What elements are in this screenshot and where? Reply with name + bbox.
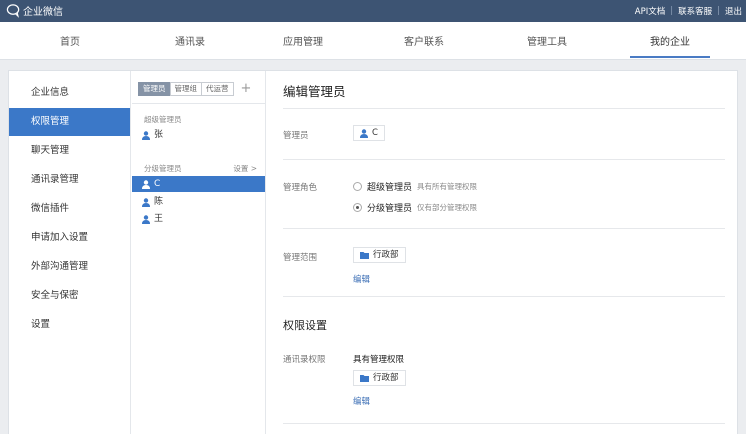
sub-admin-member-selected[interactable]: C xyxy=(132,176,265,192)
sidebar-item-wechat-plugin[interactable]: 微信插件 xyxy=(9,195,130,223)
admin-tabs: 管理员 管理组 代运营 + xyxy=(138,82,251,96)
role-option-title: 超级管理员 xyxy=(367,183,413,193)
sidebar-item-security[interactable]: 安全与保密 xyxy=(9,282,130,310)
member-name: 陈 xyxy=(154,197,164,207)
divider xyxy=(283,423,725,424)
api-docs-link[interactable]: API文档 xyxy=(635,5,665,17)
role-option-sub-admin[interactable]: 分级管理员 仅有部分管理权限 xyxy=(353,201,477,214)
sidebar-item-external-communication[interactable]: 外部沟通管理 xyxy=(9,253,130,281)
sub-admin-member[interactable]: 陈 xyxy=(132,194,265,210)
nav-item-my-enterprise[interactable]: 我的企业 xyxy=(630,33,710,48)
scope-edit-link[interactable]: 编辑 xyxy=(353,273,370,285)
brand-name: 企业微信 xyxy=(23,7,63,18)
admin-list-panel: 管理员 管理组 代运营 + 超级管理员 张 分级管理员 设置 > C 陈 王 xyxy=(132,71,266,434)
tab-operation-agents[interactable]: 代运营 xyxy=(201,82,234,96)
wecom-logo-icon xyxy=(6,4,20,18)
nav-item-management-tools[interactable]: 管理工具 xyxy=(507,33,587,48)
top-bar: 企业微信 API文档 | 联系客服 | 退出 xyxy=(0,0,746,22)
sidebar-item-contacts-management[interactable]: 通讯录管理 xyxy=(9,166,130,194)
nav-item-contacts[interactable]: 通讯录 xyxy=(150,33,230,48)
person-icon xyxy=(142,214,150,224)
link-separator: | xyxy=(670,6,674,16)
main-container: 企业信息 权限管理 聊天管理 通讯录管理 微信插件 申请加入设置 外部沟通管理 … xyxy=(8,70,738,434)
role-option-desc: 仅有部分管理权限 xyxy=(417,203,478,212)
admin-chip[interactable]: C xyxy=(353,125,385,141)
person-icon xyxy=(360,128,368,138)
person-icon xyxy=(142,197,150,207)
nav-item-customer-contact[interactable]: 客户联系 xyxy=(384,33,464,48)
scope-label: 管理范围 xyxy=(283,253,318,263)
link-separator: | xyxy=(717,6,720,16)
folder-icon xyxy=(360,374,369,382)
edit-admin-panel: 编辑管理员 管理员 C 管理角色 超级管理员 具有所有管理权限 分级管理员 仅有… xyxy=(267,71,739,434)
sidebar-item-enterprise-info[interactable]: 企业信息 xyxy=(9,79,130,107)
sub-admin-group-label: 分级管理员 xyxy=(144,164,182,173)
role-label: 管理角色 xyxy=(283,183,318,193)
divider xyxy=(132,103,265,104)
logout-link[interactable]: 退出 xyxy=(725,5,742,17)
brand-logo[interactable]: 企业微信 xyxy=(6,3,63,18)
divider xyxy=(283,108,725,109)
scope-department: 行政部 xyxy=(373,250,399,260)
divider xyxy=(283,296,725,297)
divider xyxy=(283,228,725,229)
member-name: 王 xyxy=(154,214,164,224)
member-name: C xyxy=(154,179,161,189)
radio-button-selected[interactable] xyxy=(353,203,362,212)
role-option-desc: 具有所有管理权限 xyxy=(417,182,478,191)
sub-admin-settings-link[interactable]: 设置 > xyxy=(233,163,257,174)
nav-item-home[interactable]: 首页 xyxy=(30,33,110,48)
sidebar-item-join-settings[interactable]: 申请加入设置 xyxy=(9,224,130,252)
person-icon xyxy=(142,179,150,189)
scope-department-chip[interactable]: 行政部 xyxy=(353,247,406,263)
contacts-permission-department-chip[interactable]: 行政部 xyxy=(353,370,406,386)
main-nav: 首页 通讯录 应用管理 客户联系 管理工具 我的企业 xyxy=(0,22,746,60)
permission-settings-title: 权限设置 xyxy=(283,319,327,332)
person-icon xyxy=(142,130,150,140)
tab-administrators[interactable]: 管理员 xyxy=(138,82,171,96)
page-title: 编辑管理员 xyxy=(283,84,346,99)
contacts-permission-value: 具有管理权限 xyxy=(353,355,405,365)
role-option-super-admin[interactable]: 超级管理员 具有所有管理权限 xyxy=(353,180,477,193)
super-admin-member[interactable]: 张 xyxy=(132,127,265,143)
contacts-permission-edit-link[interactable]: 编辑 xyxy=(353,395,370,407)
folder-icon xyxy=(360,251,369,259)
sidebar-item-chat-management[interactable]: 聊天管理 xyxy=(9,137,130,165)
contacts-permission-label: 通讯录权限 xyxy=(283,355,326,365)
radio-button[interactable] xyxy=(353,182,362,191)
add-icon[interactable]: + xyxy=(241,82,252,96)
contacts-permission-department: 行政部 xyxy=(373,373,399,383)
super-admin-group-label: 超级管理员 xyxy=(144,115,182,124)
admin-name: C xyxy=(372,128,378,138)
divider xyxy=(283,159,725,160)
admin-label: 管理员 xyxy=(283,131,309,141)
sidebar-item-settings[interactable]: 设置 xyxy=(9,311,130,339)
sidebar-item-permission-management[interactable]: 权限管理 xyxy=(9,108,130,136)
sidebar: 企业信息 权限管理 聊天管理 通讯录管理 微信插件 申请加入设置 外部沟通管理 … xyxy=(9,71,131,434)
nav-item-app-management[interactable]: 应用管理 xyxy=(263,33,343,48)
tab-admin-groups[interactable]: 管理组 xyxy=(169,82,202,96)
contact-support-link[interactable]: 联系客服 xyxy=(678,5,712,17)
sub-admin-member[interactable]: 王 xyxy=(132,211,265,227)
role-option-title: 分级管理员 xyxy=(367,204,413,214)
nav-active-indicator xyxy=(630,56,710,58)
member-name: 张 xyxy=(154,130,164,140)
